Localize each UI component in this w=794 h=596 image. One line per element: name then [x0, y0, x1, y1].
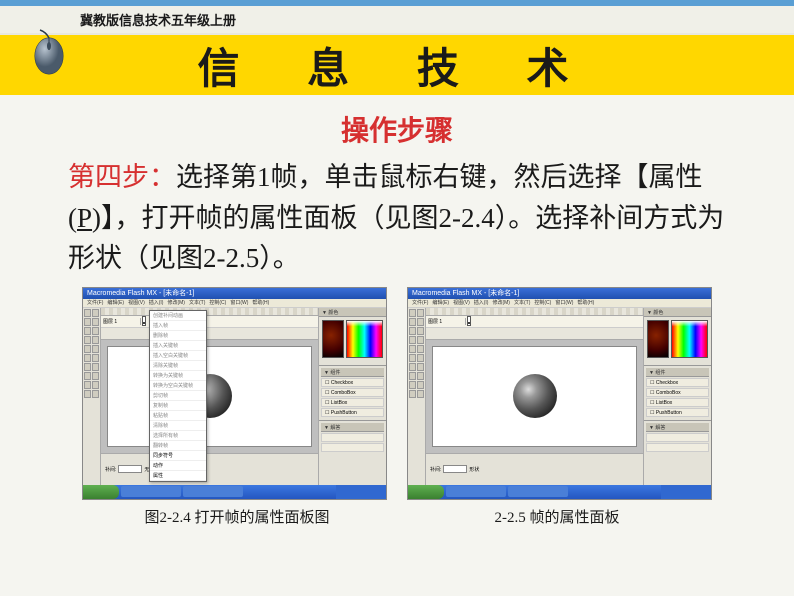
color-spectrum-icon	[346, 320, 383, 358]
underlined-p: P	[77, 203, 92, 233]
step-label: 第四步：	[68, 162, 176, 192]
color-spectrum-icon	[671, 320, 708, 358]
windows-taskbar	[408, 485, 711, 499]
figure-left: Macromedia Flash MX - [未命名-1] 文件(F)编辑(E)…	[82, 287, 387, 500]
timeline: 图层 1 创建补间动画插入帧删除帧插入关键帧插入空白关键帧清除关键帧转换为关键帧…	[101, 308, 318, 340]
figures-row: Macromedia Flash MX - [未命名-1] 文件(F)编辑(E)…	[0, 279, 794, 500]
section-title: 操作步骤	[0, 109, 794, 149]
right-panels: ▼ 颜色 ▼ 组件 ☐ Checkbox☐ ComboBox☐ ListBox☐…	[643, 308, 711, 485]
mouse-decoration-icon	[28, 28, 70, 83]
tween-dropdown	[118, 465, 142, 473]
instruction-text-2: )】，打开帧的属性面板（见图2-2.4）。选择补间方式为形状（见图2-2.5）。	[68, 203, 724, 274]
right-panels: ▼ 颜色 ▼ 组件 ☐ Checkbox☐ ComboBox☐ ListBox☐…	[318, 308, 386, 485]
instruction-paragraph: 第四步：选择第1帧，单击鼠标右键，然后选择【属性(P)】，打开帧的属性面板（见图…	[0, 157, 794, 279]
window-titlebar: Macromedia Flash MX - [未命名-1]	[408, 288, 711, 299]
figure-right: Macromedia Flash MX - [未命名-1] 文件(F)编辑(E)…	[407, 287, 712, 500]
stage	[101, 340, 318, 453]
flash-screenshot-left: Macromedia Flash MX - [未命名-1] 文件(F)编辑(E)…	[82, 287, 387, 500]
start-button-icon	[408, 485, 444, 499]
properties-panel: 补间: 无	[101, 453, 318, 485]
gradient-preview-icon	[647, 320, 669, 358]
book-label: 冀教版信息技术五年级上册	[0, 6, 794, 33]
caption-right: 2-2.5 帧的属性面板	[417, 506, 697, 527]
tween-dropdown	[443, 465, 467, 473]
caption-left: 图2-2.4 打开帧的属性面板图	[97, 506, 377, 527]
menubar: 文件(F)编辑(E)视图(V)插入(I)修改(M)文本(T)控制(C)窗口(W)…	[83, 299, 386, 308]
menubar: 文件(F)编辑(E)视图(V)插入(I)修改(M)文本(T)控制(C)窗口(W)…	[408, 299, 711, 308]
properties-panel: 补间: 形状	[426, 453, 643, 485]
title-banner: 信 息 技 术	[0, 33, 794, 95]
gradient-preview-icon	[322, 320, 344, 358]
banner-title: 信 息 技 术	[197, 35, 596, 96]
timeline: 图层 1	[426, 308, 643, 340]
start-button-icon	[83, 485, 119, 499]
captions-row: 图2-2.4 打开帧的属性面板图 2-2.5 帧的属性面板	[0, 506, 794, 527]
window-titlebar: Macromedia Flash MX - [未命名-1]	[83, 288, 386, 299]
context-menu: 创建补间动画插入帧删除帧插入关键帧插入空白关键帧清除关键帧转换为关键帧转换为空白…	[149, 310, 207, 482]
windows-taskbar	[83, 485, 386, 499]
ball-shape-icon	[513, 374, 557, 418]
flash-screenshot-right: Macromedia Flash MX - [未命名-1] 文件(F)编辑(E)…	[407, 287, 712, 500]
stage	[426, 340, 643, 453]
toolbox	[408, 308, 426, 485]
toolbox	[83, 308, 101, 485]
